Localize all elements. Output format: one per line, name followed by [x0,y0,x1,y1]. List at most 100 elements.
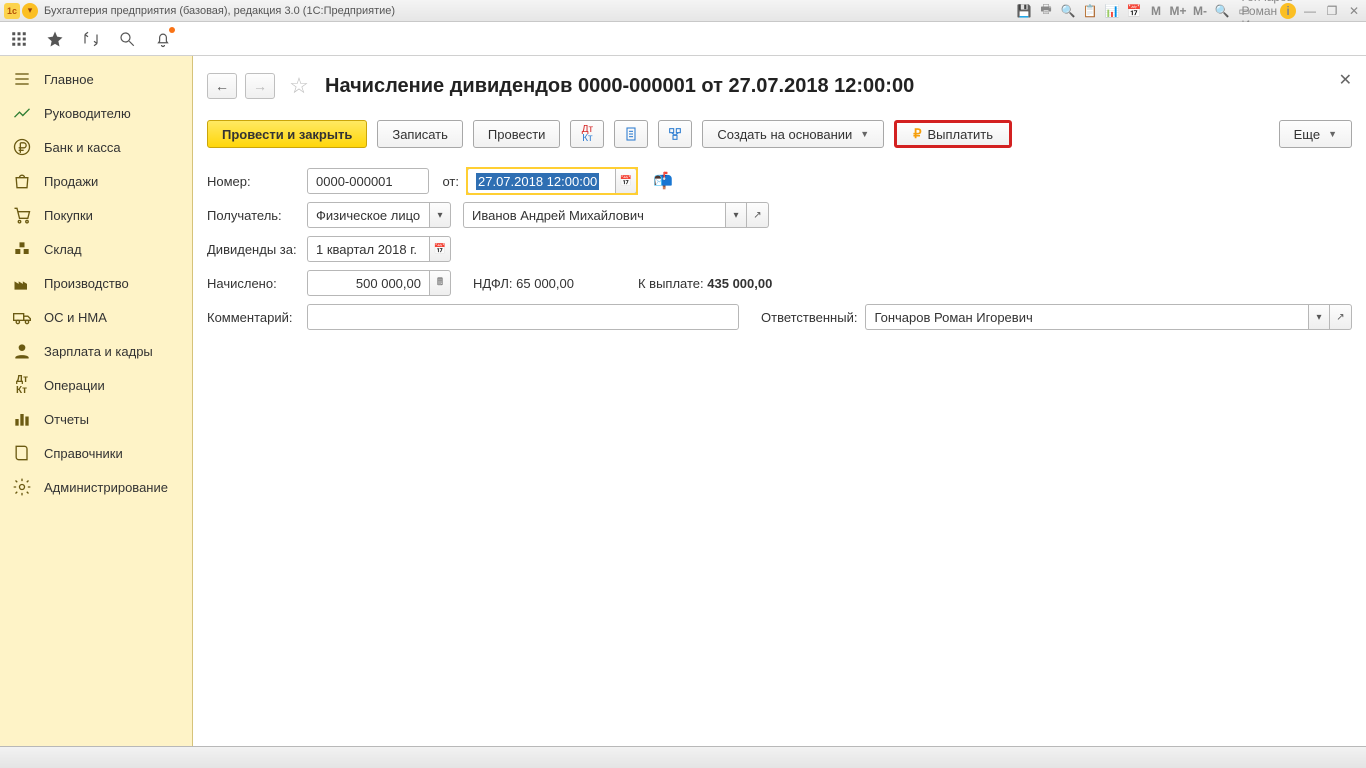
star-icon[interactable] [44,28,66,50]
copy-icon[interactable]: 📋 [1082,3,1098,19]
approved-icon[interactable]: 📬 [653,171,673,191]
sidebar-item-label: ОС и НМА [44,310,107,325]
person-icon [12,341,32,361]
m-clear-icon[interactable]: M [1148,3,1164,19]
accrued-amount-field[interactable]: 🖩 [307,270,451,296]
recipient-type-input[interactable] [307,202,429,228]
open-icon[interactable]: ↗ [747,202,769,228]
sidebar-item-hr[interactable]: Зарплата и кадры [0,334,192,368]
sidebar-item-label: Справочники [44,446,123,461]
more-button[interactable]: Еще▼ [1279,120,1352,148]
dropdown-icon[interactable]: ▾ [429,202,451,228]
trend-icon [12,103,32,123]
m-minus-icon[interactable]: M- [1192,3,1208,19]
comment-label: Комментарий: [207,310,299,325]
row-comment: Комментарий: Ответственный: ▾ ↗ [207,300,1352,334]
nav-forward-button[interactable]: → [245,73,275,99]
restore-icon[interactable]: ❐ [1324,3,1340,19]
calendar-icon[interactable]: 📅 [1126,3,1142,19]
document-form: Номер: от: 27.07.2018 12:00:00 📅 📬 Получ… [207,164,1352,334]
sidebar-item-reports[interactable]: Отчеты [0,402,192,436]
sidebar-item-label: Операции [44,378,105,393]
sidebar-item-admin[interactable]: Администрирование [0,470,192,504]
structure-button[interactable] [658,120,692,148]
info-icon[interactable]: i [1280,3,1296,19]
calc-icon[interactable]: 📊 [1104,3,1120,19]
create-based-label: Создать на основании [717,127,852,142]
to-pay-value: 435 000,00 [707,276,772,291]
dividends-period-input[interactable] [307,236,429,262]
preview-icon[interactable]: 🔍 [1060,3,1076,19]
accrued-input[interactable] [307,270,429,296]
factory-icon [12,273,32,293]
save-icon[interactable]: 💾 [1016,3,1032,19]
sidebar-item-sales[interactable]: Продажи [0,164,192,198]
window-title: Бухгалтерия предприятия (базовая), редак… [44,5,395,17]
apps-icon[interactable] [8,28,30,50]
page-title: Начисление дивидендов 0000-000001 от 27.… [325,75,914,98]
number-input[interactable] [307,168,429,194]
app-logo-icon: 1c [4,3,20,19]
bell-icon[interactable] [152,28,174,50]
responsible-input[interactable] [865,304,1308,330]
current-user[interactable]: Гончаров Роман Игоревич [1258,3,1274,19]
from-label: от: [437,174,459,189]
row-dividends-for: Дивиденды за: 📅 [207,232,1352,266]
nav-back-button[interactable]: ← [207,73,237,99]
dtkt-button[interactable]: ДтКт [570,120,604,148]
sidebar-item-operations[interactable]: ДтКт Операции [0,368,192,402]
date-input[interactable]: 27.07.2018 12:00:00 [467,168,615,194]
responsible-combo[interactable]: ▾ ↗ [865,304,1352,330]
post-and-close-button[interactable]: Провести и закрыть [207,120,367,148]
open-icon[interactable]: ↗ [1330,304,1352,330]
os-taskbar [0,746,1366,768]
chart-icon [12,409,32,429]
report-button[interactable] [614,120,648,148]
date-value: 27.07.2018 12:00:00 [476,173,599,190]
print-icon[interactable]: 🖶 [1038,3,1054,19]
sidebar-item-purchases[interactable]: Покупки [0,198,192,232]
history-icon[interactable] [80,28,102,50]
search-icon[interactable] [116,28,138,50]
calendar-button[interactable]: 📅 [615,168,637,194]
boxes-icon [12,239,32,259]
ndfl-label: НДФЛ: [473,276,513,291]
close-window-icon[interactable]: ✕ [1346,3,1362,19]
dropdown-icon[interactable]: ▾ [1308,304,1330,330]
close-tab-icon[interactable]: ✕ [1339,70,1352,90]
minimize-icon[interactable]: — [1302,3,1318,19]
sidebar-item-directories[interactable]: Справочники [0,436,192,470]
comment-input[interactable] [307,304,739,330]
payout-button[interactable]: ₽Выплатить [894,120,1012,148]
sidebar-item-manager[interactable]: Руководителю [0,96,192,130]
recipient-name-combo[interactable]: ▾ ↗ [463,202,769,228]
create-based-button[interactable]: Создать на основании▼ [702,120,884,148]
more-label: Еще [1294,127,1320,142]
menu-icon [12,69,32,89]
sidebar-item-label: Главное [44,72,94,87]
sidebar-item-main[interactable]: Главное [0,62,192,96]
sidebar-item-assets[interactable]: ОС и НМА [0,300,192,334]
app-menu-dropdown[interactable]: ▾ [22,3,38,19]
recipient-type-combo[interactable]: ▾ [307,202,451,228]
sidebar-item-warehouse[interactable]: Склад [0,232,192,266]
date-input-group: 27.07.2018 12:00:00 📅 [467,168,637,194]
sidebar-item-production[interactable]: Производство [0,266,192,300]
zoom-icon[interactable]: 🔍 [1214,3,1230,19]
sidebar-item-label: Продажи [44,174,98,189]
to-pay-label: К выплате: [638,276,704,291]
calendar-button[interactable]: 📅 [429,236,451,262]
ndfl-group: НДФЛ: 65 000,00 [473,276,574,291]
calc-button[interactable]: 🖩 [429,270,451,296]
main-panel: ✕ ← → ☆ Начисление дивидендов 0000-00000… [193,56,1366,746]
m-plus-icon[interactable]: M+ [1170,3,1186,19]
dividends-period-combo[interactable]: 📅 [307,236,451,262]
dropdown-icon[interactable]: ▾ [725,202,747,228]
sidebar-item-bank[interactable]: Банк и касса [0,130,192,164]
favorite-star-icon[interactable]: ☆ [287,74,311,98]
cart-icon [12,205,32,225]
recipient-name-input[interactable] [463,202,725,228]
current-user-name: Гончаров Роман Игоревич [1260,3,1276,19]
save-button[interactable]: Записать [377,120,463,148]
post-button[interactable]: Провести [473,120,561,148]
